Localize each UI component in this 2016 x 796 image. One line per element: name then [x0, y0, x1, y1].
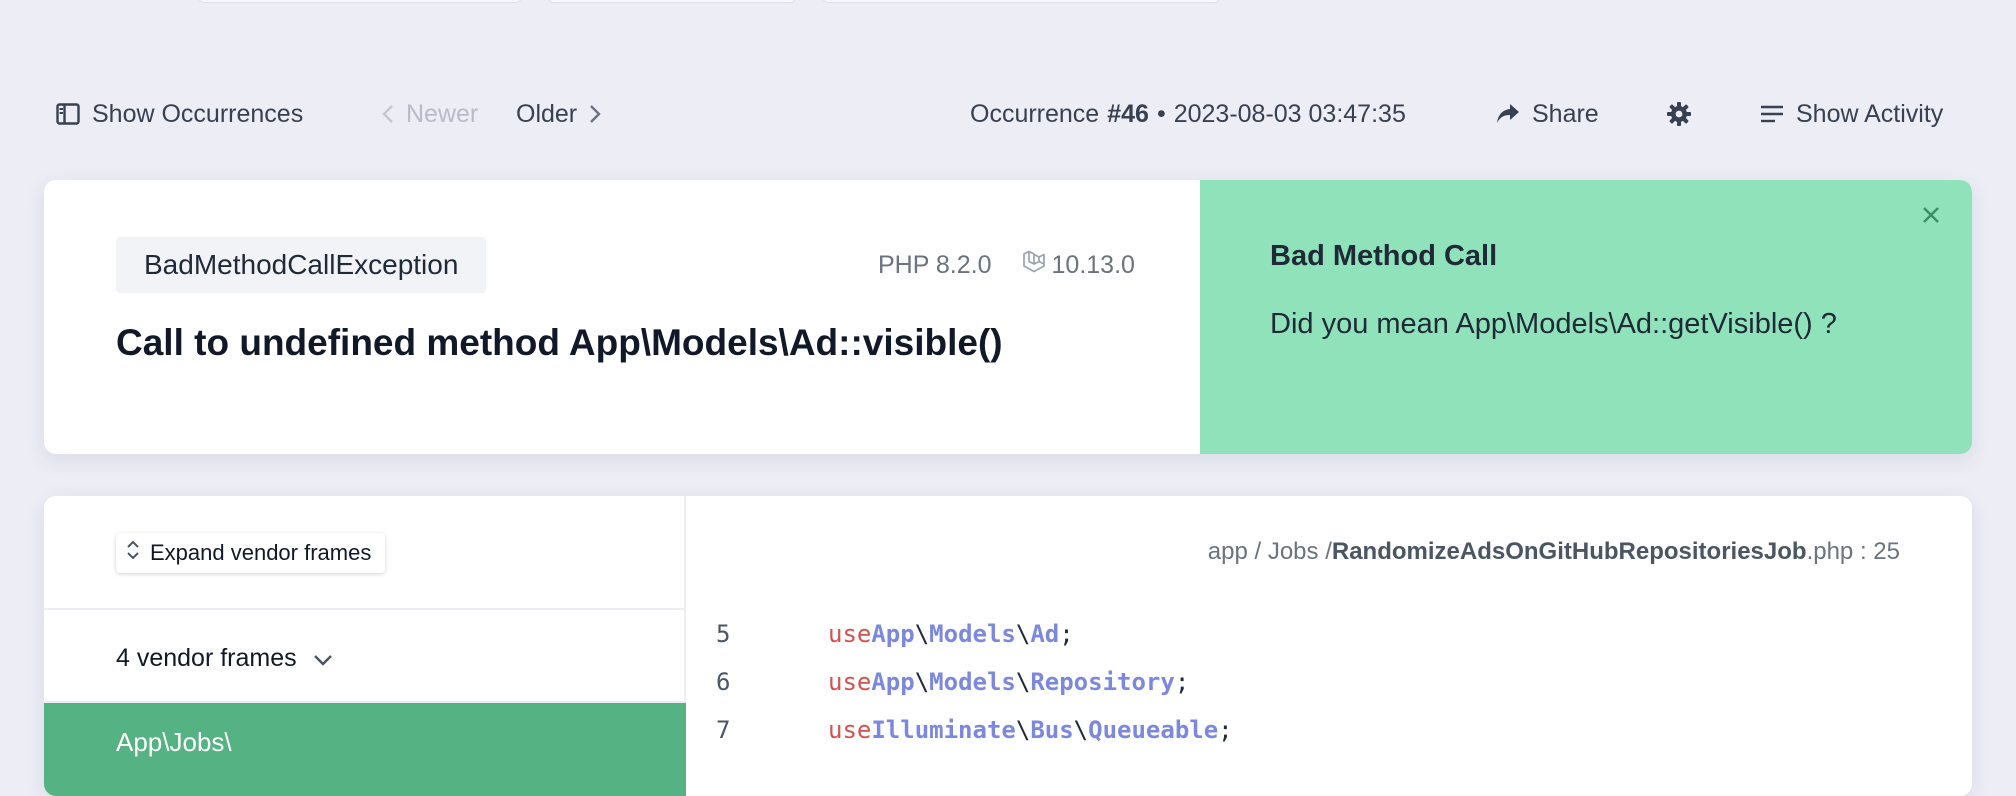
line-number: 6	[716, 668, 731, 696]
chevron-left-icon	[382, 104, 394, 124]
line-number: 5	[716, 620, 731, 648]
older-button[interactable]: Older	[516, 96, 601, 132]
menu-lines-icon	[1760, 104, 1784, 124]
share-label: Share	[1532, 99, 1599, 128]
chevron-right-icon	[589, 104, 601, 124]
laravel-version: 10.13.0	[1051, 250, 1135, 279]
keyword: use	[828, 716, 872, 744]
vendor-frames-toggle[interactable]: 4 vendor frames	[116, 640, 333, 676]
keyword: use	[828, 668, 872, 696]
older-label: Older	[516, 99, 578, 128]
line-separator: :	[1859, 538, 1867, 565]
line-number: 7	[716, 716, 731, 744]
vendor-frames-label: 4 vendor frames	[116, 643, 297, 672]
gear-icon	[1666, 101, 1692, 127]
error-summary-card: BadMethodCallException PHP 8.2.0 10.13.0…	[44, 180, 1972, 454]
namespace-part: Models	[929, 668, 1016, 696]
line-number: 25	[1873, 538, 1900, 565]
expand-vendor-frames-button[interactable]: Expand vendor frames	[116, 533, 386, 573]
path-segment: app	[1207, 538, 1248, 565]
namespace-separator: \	[1015, 620, 1031, 648]
code-viewer: app / Jobs /RandomizeAdsOnGitHubReposito…	[686, 496, 1972, 796]
namespace-part: Models	[929, 620, 1016, 648]
laravel-icon	[1022, 249, 1046, 282]
show-occurrences-button[interactable]: Show Occurrences	[56, 96, 303, 132]
solution-title: Bad Method Call	[1270, 240, 1498, 272]
show-activity-label: Show Activity	[1796, 99, 1944, 128]
keyword: use	[828, 620, 872, 648]
namespace-separator: \	[1015, 716, 1031, 744]
path-segment: Jobs	[1267, 538, 1319, 565]
namespace-separator: \	[1015, 668, 1031, 696]
laravel-version-info: 10.13.0	[1022, 249, 1135, 282]
namespace-part: Bus	[1030, 716, 1074, 744]
solution-text: Did you mean App\Models\Ad::getVisible()…	[1270, 308, 1837, 340]
sidebar-icon	[56, 103, 80, 125]
stack-frame-label: App\Jobs\	[116, 727, 232, 757]
code-line: 6 use App \ Models \ Repository;	[686, 662, 1189, 702]
file-path[interactable]: app / Jobs /RandomizeAdsOnGitHubReposito…	[1208, 538, 1900, 566]
divider	[44, 608, 686, 610]
occurrence-separator: •	[1156, 99, 1166, 128]
version-info: PHP 8.2.0 10.13.0	[878, 248, 1135, 282]
show-activity-button[interactable]: Show Activity	[1760, 96, 1943, 132]
solution-panel: Bad Method Call Did you mean App\Models\…	[1200, 180, 1972, 454]
namespace-part: Repository	[1030, 668, 1175, 696]
file-extension: .php	[1806, 538, 1854, 565]
namespace-part: App	[871, 620, 915, 648]
exception-class-badge[interactable]: BadMethodCallException	[116, 237, 487, 293]
occurrence-number: #46	[1107, 99, 1149, 128]
close-solution-button[interactable]	[1916, 202, 1946, 232]
tab-stub[interactable]	[548, 0, 796, 3]
php-version: PHP 8.2.0	[878, 250, 992, 279]
tab-stub[interactable]	[822, 0, 1220, 3]
newer-label: Newer	[406, 99, 479, 128]
share-button[interactable]: Share	[1496, 96, 1599, 132]
code-line: 5 use App \ Models \ Ad;	[686, 614, 1074, 654]
occurrence-info: Occurrence #46 • 2023-08-03 03:47:35	[970, 96, 1406, 132]
occurrence-prefix: Occurrence	[970, 99, 1100, 128]
statement-terminator: ;	[1174, 668, 1190, 696]
show-occurrences-label: Show Occurrences	[92, 99, 304, 128]
namespace-part: Ad	[1030, 620, 1060, 648]
occurrence-toolbar: Show Occurrences Newer Older Occurrence …	[56, 96, 1960, 132]
statement-terminator: ;	[1059, 620, 1074, 648]
exception-message: Call to undefined method App\Models\Ad::…	[116, 322, 1003, 363]
expand-vendor-frames-label: Expand vendor frames	[150, 540, 372, 565]
newer-button[interactable]: Newer	[382, 96, 478, 132]
namespace-part: Queueable	[1088, 716, 1219, 744]
file-name: RandomizeAdsOnGitHubRepositoriesJob	[1331, 538, 1807, 565]
namespace-part: App	[871, 668, 915, 696]
chevron-up-down-icon	[126, 539, 140, 567]
share-icon	[1496, 103, 1520, 125]
namespace-separator: \	[914, 668, 930, 696]
statement-terminator: ;	[1218, 716, 1233, 744]
chevron-down-icon	[313, 644, 333, 673]
path-separator: /	[1254, 538, 1262, 565]
occurrence-timestamp: 2023-08-03 03:47:35	[1173, 99, 1406, 128]
close-icon	[1922, 206, 1940, 229]
namespace-part: Illuminate	[871, 716, 1016, 744]
settings-button[interactable]	[1666, 96, 1692, 132]
tab-stub[interactable]	[198, 0, 522, 3]
stack-trace-card: Expand vendor frames 4 vendor frames App…	[44, 496, 1972, 796]
frames-list: Expand vendor frames 4 vendor frames App…	[44, 496, 686, 796]
code-line: 7 use Illuminate \ Bus \ Queueable;	[686, 710, 1233, 750]
namespace-separator: \	[914, 620, 930, 648]
path-separator: /	[1325, 538, 1332, 565]
exception-class: BadMethodCallException	[144, 249, 459, 280]
namespace-separator: \	[1073, 716, 1089, 744]
